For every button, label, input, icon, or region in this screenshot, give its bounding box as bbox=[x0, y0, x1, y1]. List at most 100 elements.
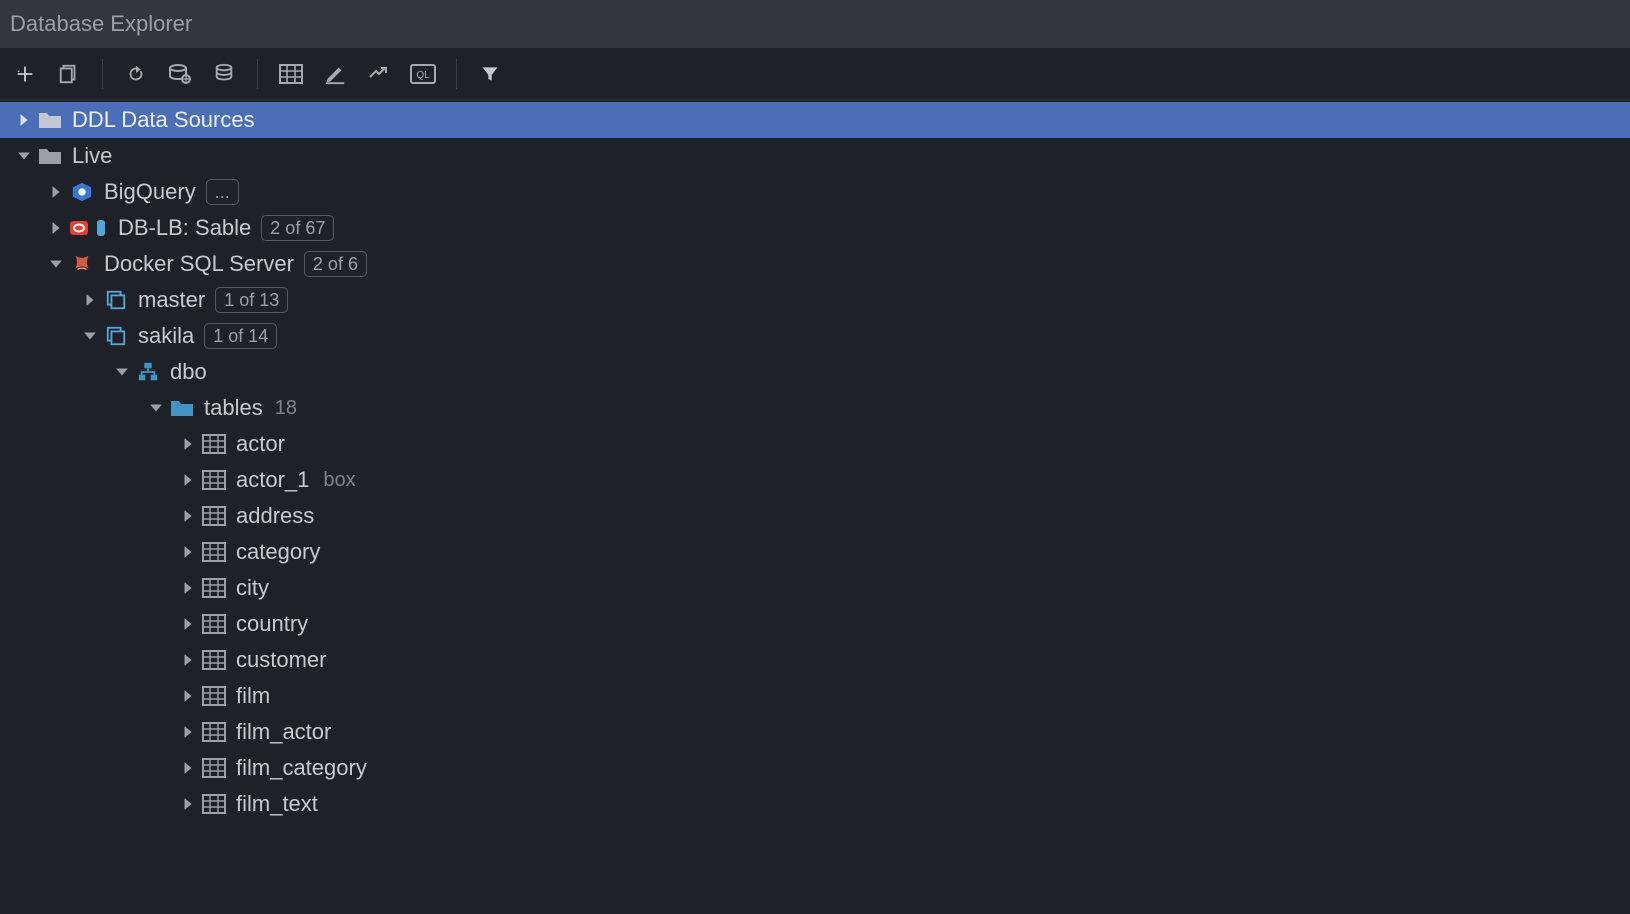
tree-item-label: actor bbox=[236, 431, 285, 457]
tree-item-label: film bbox=[236, 683, 270, 709]
color-indicator-icon bbox=[94, 214, 108, 242]
toolbar-separator bbox=[102, 59, 103, 89]
tree-item-label: category bbox=[236, 539, 320, 565]
tree-item-label: actor_1 bbox=[236, 467, 309, 493]
chevron-down-icon bbox=[144, 401, 168, 415]
tree-item-ddl-data-sources[interactable]: DDL Data Sources bbox=[0, 102, 1630, 138]
tree-item-label: country bbox=[236, 611, 308, 637]
tree-item-table[interactable]: city bbox=[0, 570, 1630, 606]
window-title: Database Explorer bbox=[10, 11, 192, 37]
chevron-right-icon bbox=[176, 617, 200, 631]
stack-button[interactable] bbox=[209, 59, 239, 89]
table-icon bbox=[200, 502, 228, 530]
tables-container: actor actor_1 box address category city countr… bbox=[0, 426, 1630, 822]
ql-button[interactable]: QL bbox=[408, 59, 438, 89]
oracle-icon bbox=[68, 214, 90, 242]
datasource-properties-button[interactable] bbox=[165, 59, 195, 89]
toolbar: QL bbox=[0, 48, 1630, 100]
tree-item-table[interactable]: actor_1 box bbox=[0, 462, 1630, 498]
tree-item-label: address bbox=[236, 503, 314, 529]
tree-item-label: DDL Data Sources bbox=[72, 107, 255, 133]
chevron-right-icon bbox=[44, 221, 68, 235]
folder-icon bbox=[168, 394, 196, 422]
chevron-down-icon bbox=[12, 149, 36, 163]
table-icon bbox=[200, 574, 228, 602]
folder-icon bbox=[36, 106, 64, 134]
schema-icon bbox=[134, 358, 162, 386]
chevron-right-icon bbox=[78, 293, 102, 307]
tree-item-badge: 1 of 14 bbox=[204, 323, 277, 349]
migrate-button[interactable] bbox=[364, 59, 394, 89]
tree-item-label: film_actor bbox=[236, 719, 331, 745]
database-icon bbox=[102, 322, 130, 350]
edit-button[interactable] bbox=[320, 59, 350, 89]
tree-item-master[interactable]: master 1 of 13 bbox=[0, 282, 1630, 318]
chevron-right-icon bbox=[176, 581, 200, 595]
table-icon bbox=[200, 610, 228, 638]
tree-item-label: dbo bbox=[170, 359, 207, 385]
tree-item-docker-sql-server[interactable]: Docker SQL Server 2 of 6 bbox=[0, 246, 1630, 282]
grid-button[interactable] bbox=[276, 59, 306, 89]
table-icon bbox=[200, 466, 228, 494]
tree-item-badge: 2 of 67 bbox=[261, 215, 334, 241]
tree-item-label: master bbox=[138, 287, 205, 313]
table-icon bbox=[200, 538, 228, 566]
tree-item-live[interactable]: Live bbox=[0, 138, 1630, 174]
chevron-right-icon bbox=[176, 545, 200, 559]
chevron-right-icon bbox=[176, 509, 200, 523]
tree-item-sakila[interactable]: sakila 1 of 14 bbox=[0, 318, 1630, 354]
copy-button[interactable] bbox=[54, 59, 84, 89]
chevron-down-icon bbox=[110, 365, 134, 379]
folder-icon bbox=[36, 142, 64, 170]
tree-item-label: DB-LB: Sable bbox=[118, 215, 251, 241]
chevron-right-icon bbox=[176, 761, 200, 775]
chevron-right-icon bbox=[176, 437, 200, 451]
tree-item-label: film_category bbox=[236, 755, 367, 781]
chevron-right-icon bbox=[176, 797, 200, 811]
tree-item-table[interactable]: film_actor bbox=[0, 714, 1630, 750]
tree-item-table[interactable]: category bbox=[0, 534, 1630, 570]
tree-item-label: sakila bbox=[138, 323, 194, 349]
table-icon bbox=[200, 790, 228, 818]
tree-item-table[interactable]: film bbox=[0, 678, 1630, 714]
sqlserver-icon bbox=[68, 250, 96, 278]
filter-button[interactable] bbox=[475, 59, 505, 89]
tree-item-table[interactable]: address bbox=[0, 498, 1630, 534]
titlebar: Database Explorer bbox=[0, 0, 1630, 48]
tree-item-label: customer bbox=[236, 647, 326, 673]
table-icon bbox=[200, 430, 228, 458]
tree-item-suffix: box bbox=[323, 469, 355, 492]
chevron-down-icon bbox=[44, 257, 68, 271]
tree-item-table[interactable]: country bbox=[0, 606, 1630, 642]
chevron-down-icon bbox=[78, 329, 102, 343]
chevron-right-icon bbox=[176, 689, 200, 703]
tree-item-count: 18 bbox=[275, 397, 297, 420]
tree-item-bigquery[interactable]: BigQuery ... bbox=[0, 174, 1630, 210]
svg-text:QL: QL bbox=[416, 70, 430, 81]
chevron-right-icon bbox=[176, 653, 200, 667]
tree-item-label: city bbox=[236, 575, 269, 601]
tree-item-dblb-sable[interactable]: DB-LB: Sable 2 of 67 bbox=[0, 210, 1630, 246]
tree-item-label: tables bbox=[204, 395, 263, 421]
chevron-right-icon bbox=[176, 473, 200, 487]
tree-item-label: Docker SQL Server bbox=[104, 251, 294, 277]
tree-item-table[interactable]: film_category bbox=[0, 750, 1630, 786]
tree-item-table[interactable]: film_text bbox=[0, 786, 1630, 822]
tree-item-badge: 2 of 6 bbox=[304, 251, 367, 277]
table-icon bbox=[200, 682, 228, 710]
tree-item-table[interactable]: actor bbox=[0, 426, 1630, 462]
table-icon bbox=[200, 754, 228, 782]
tree: DDL Data Sources Live BigQuery ... bbox=[0, 100, 1630, 822]
toolbar-separator bbox=[456, 59, 457, 89]
tree-item-dbo[interactable]: dbo bbox=[0, 354, 1630, 390]
tree-item-label: film_text bbox=[236, 791, 318, 817]
add-button[interactable] bbox=[10, 59, 40, 89]
tree-item-table[interactable]: customer bbox=[0, 642, 1630, 678]
tree-item-tables-folder[interactable]: tables 18 bbox=[0, 390, 1630, 426]
bigquery-icon bbox=[68, 178, 96, 206]
chevron-right-icon bbox=[176, 725, 200, 739]
toolbar-separator bbox=[257, 59, 258, 89]
refresh-button[interactable] bbox=[121, 59, 151, 89]
table-icon bbox=[200, 718, 228, 746]
chevron-right-icon bbox=[44, 185, 68, 199]
